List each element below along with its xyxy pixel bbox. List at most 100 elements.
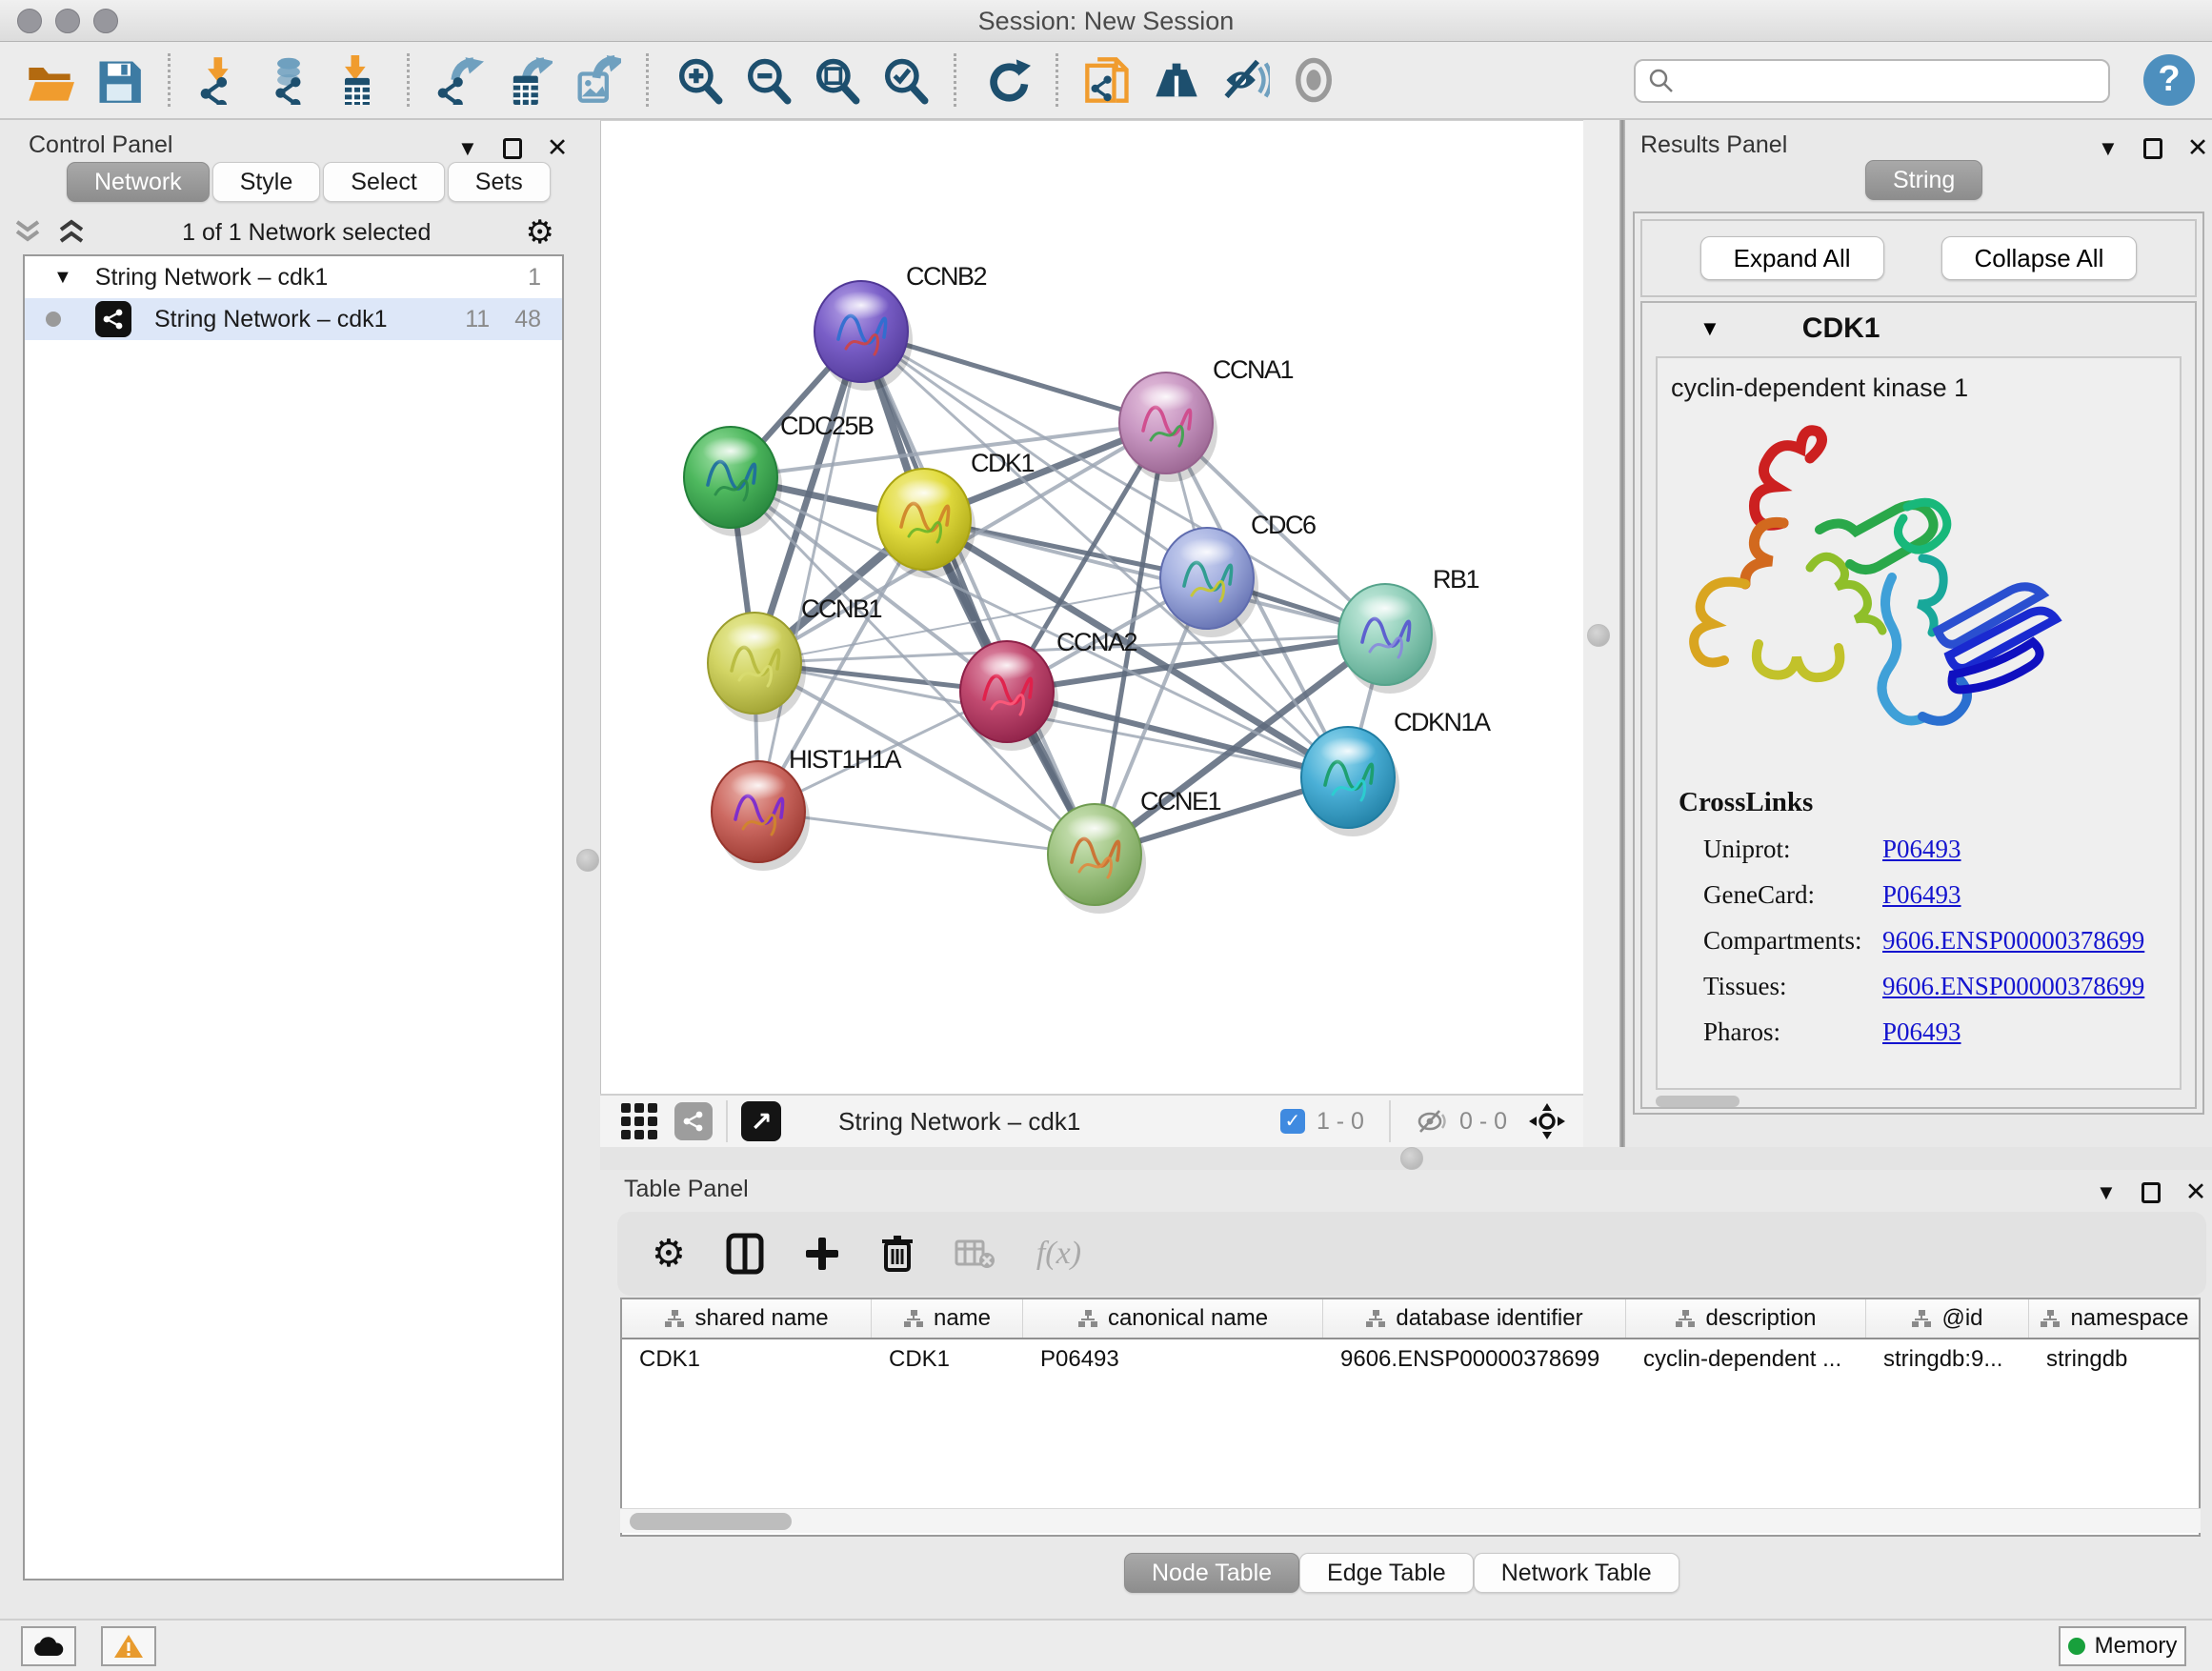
tab-sets[interactable]: Sets	[448, 162, 551, 202]
tab-network[interactable]: Network	[67, 162, 210, 202]
table-hscroll-thumb[interactable]	[630, 1513, 792, 1530]
network-node-CDC6[interactable]: CDC6	[1160, 511, 1316, 637]
crosslink-link[interactable]: 9606.ENSP00000378699	[1882, 972, 2144, 1001]
help-button[interactable]: ?	[2143, 54, 2195, 106]
table-panel-menu-icon[interactable]: ▼	[2096, 1180, 2117, 1205]
tree-expander-icon[interactable]: ▼	[53, 267, 72, 289]
horizontal-splitter[interactable]	[600, 1147, 2212, 1170]
binoculars-icon[interactable]	[1142, 51, 1211, 109]
open-session-icon[interactable]	[15, 51, 84, 109]
birds-eye-view-icon[interactable]: ↗	[741, 1101, 781, 1141]
table-cell[interactable]: P06493	[1023, 1339, 1323, 1379]
column-header-@id[interactable]: @id	[1866, 1299, 2029, 1338]
network-node-HIST1H1A[interactable]: HIST1H1A	[712, 745, 902, 871]
right-splitter[interactable]	[1583, 120, 1619, 1147]
function-builder-icon[interactable]: f(x)	[1036, 1236, 1081, 1272]
crosslink-link[interactable]: P06493	[1882, 835, 1961, 864]
table-panel-close-icon[interactable]: ✕	[2185, 1178, 2207, 1207]
network-edge-CCNB2-CCNE1[interactable]	[861, 332, 1095, 855]
control-panel-float-icon[interactable]	[503, 138, 522, 159]
zoom-selected-icon[interactable]	[870, 51, 938, 109]
column-header-canonical-name[interactable]: canonical name	[1023, 1299, 1323, 1338]
tab-style[interactable]: Style	[212, 162, 321, 202]
tab-edge-table[interactable]: Edge Table	[1299, 1553, 1474, 1593]
left-splitter-handle[interactable]	[576, 849, 599, 872]
search-input[interactable]	[1676, 68, 2085, 94]
create-column-icon[interactable]	[804, 1236, 840, 1272]
column-header-name[interactable]: name	[872, 1299, 1023, 1338]
zoom-in-icon[interactable]	[664, 51, 733, 109]
network-node-CDKN1A[interactable]: CDKN1A	[1301, 708, 1491, 836]
delete-table-icon[interactable]	[955, 1238, 996, 1270]
document-network-icon[interactable]	[1074, 51, 1142, 109]
show-graphics-details-icon[interactable]	[1279, 51, 1348, 109]
left-splitter[interactable]	[575, 120, 600, 1619]
tab-node-table[interactable]: Node Table	[1124, 1553, 1299, 1593]
column-header-shared-name[interactable]: shared name	[622, 1299, 872, 1338]
table-cell[interactable]: stringdb:9...	[1866, 1339, 2029, 1379]
selected-nodes-checkbox[interactable]: ✓	[1280, 1109, 1305, 1134]
cloud-status-button[interactable]	[21, 1626, 76, 1666]
right-splitter-handle[interactable]	[1587, 624, 1610, 647]
network-node-RB1[interactable]: RB1	[1338, 565, 1479, 694]
show-columns-icon[interactable]	[726, 1233, 764, 1275]
network-collection-row[interactable]: ▼ String Network – cdk1 1	[25, 256, 562, 298]
expand-all-icon[interactable]	[55, 218, 88, 247]
save-session-icon[interactable]	[84, 51, 152, 109]
collapse-all-button[interactable]: Collapse All	[1941, 236, 2138, 280]
zoom-out-icon[interactable]	[733, 51, 801, 109]
export-table-icon[interactable]	[493, 51, 562, 109]
table-hscrollbar[interactable]	[620, 1508, 2201, 1533]
crosslink-link[interactable]: P06493	[1882, 1017, 1961, 1047]
table-cell[interactable]: 9606.ENSP00000378699	[1323, 1339, 1626, 1379]
tab-network-table[interactable]: Network Table	[1474, 1553, 1679, 1593]
fit-selected-crosshair-icon[interactable]	[1528, 1102, 1566, 1140]
memory-button[interactable]: Memory	[2059, 1626, 2186, 1666]
network-view-canvas[interactable]: CCNB2CCNA1CDC25BCDK1CDC6RB1CCNB1CCNA2CDK…	[600, 120, 1583, 1094]
network-row[interactable]: String Network – cdk1 11 48	[25, 298, 562, 340]
network-node-CCNA1[interactable]: CCNA1	[1119, 355, 1294, 482]
grid-view-icon[interactable]	[621, 1103, 657, 1139]
table-cell[interactable]: CDK1	[622, 1339, 872, 1379]
horizontal-splitter-handle[interactable]	[1400, 1147, 1423, 1170]
table-cell[interactable]: stringdb	[2029, 1339, 2201, 1379]
hide-graphics-details-icon[interactable]	[1211, 51, 1279, 109]
import-network-database-icon[interactable]	[254, 51, 323, 109]
table-panel-float-icon[interactable]	[2142, 1182, 2161, 1203]
section-collapse-icon[interactable]: ▼	[1699, 316, 1720, 341]
control-panel-menu-icon[interactable]: ▼	[457, 136, 478, 161]
table-settings-gear-icon[interactable]: ⚙	[652, 1232, 686, 1276]
export-image-icon[interactable]	[562, 51, 631, 109]
table-row[interactable]: CDK1CDK1P064939606.ENSP00000378699cyclin…	[622, 1339, 2199, 1379]
column-header-namespace[interactable]: namespace	[2029, 1299, 2201, 1338]
import-network-file-icon[interactable]	[186, 51, 254, 109]
results-panel-menu-icon[interactable]: ▼	[2098, 136, 2119, 161]
network-edge-CDK1-RB1[interactable]	[924, 519, 1385, 634]
network-edge-CCNB2-HIST1H1A[interactable]	[758, 332, 861, 812]
crosslink-link[interactable]: 9606.ENSP00000378699	[1882, 926, 2144, 956]
table-cell[interactable]: CDK1	[872, 1339, 1023, 1379]
search-box[interactable]	[1634, 59, 2110, 103]
column-header-description[interactable]: description	[1626, 1299, 1866, 1338]
results-hscroll-thumb[interactable]	[1656, 1096, 1739, 1107]
network-options-gear-icon[interactable]: ⚙	[526, 213, 554, 252]
delete-column-trash-icon[interactable]	[880, 1234, 915, 1274]
tab-string[interactable]: String	[1865, 160, 1982, 200]
network-node-CDC25B[interactable]: CDC25B	[684, 412, 874, 536]
string-network-icon[interactable]	[674, 1102, 713, 1140]
results-panel-close-icon[interactable]: ✕	[2187, 133, 2209, 163]
refresh-icon[interactable]	[972, 51, 1040, 109]
collapse-all-icon[interactable]	[11, 218, 44, 247]
import-table-icon[interactable]	[323, 51, 392, 109]
results-panel-float-icon[interactable]	[2143, 138, 2162, 159]
tab-select[interactable]: Select	[323, 162, 444, 202]
column-header-database-identifier[interactable]: database identifier	[1323, 1299, 1626, 1338]
zoom-fit-icon[interactable]	[801, 51, 870, 109]
expand-all-button[interactable]: Expand All	[1700, 236, 1884, 280]
control-panel-close-icon[interactable]: ✕	[547, 133, 569, 163]
table-cell[interactable]: cyclin-dependent ...	[1626, 1339, 1866, 1379]
network-node-CCNB2[interactable]: CCNB2	[814, 262, 987, 391]
warnings-button[interactable]	[101, 1626, 156, 1666]
crosslink-link[interactable]: P06493	[1882, 880, 1961, 910]
export-network-icon[interactable]	[425, 51, 493, 109]
